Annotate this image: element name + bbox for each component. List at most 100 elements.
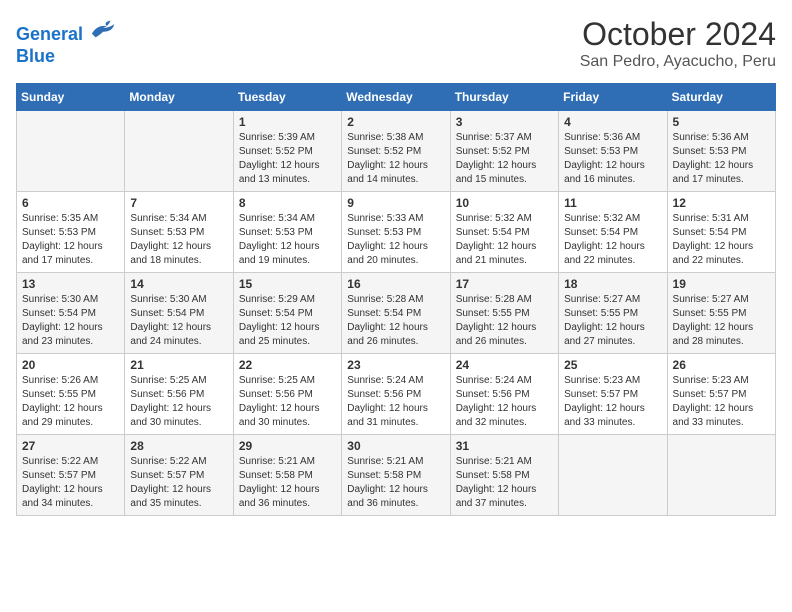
day-number: 22 bbox=[239, 358, 336, 372]
day-number: 6 bbox=[22, 196, 119, 210]
day-number: 25 bbox=[564, 358, 661, 372]
calendar-cell: 27 Sunrise: 5:22 AM Sunset: 5:57 PM Dayli… bbox=[17, 435, 125, 516]
calendar-cell: 31 Sunrise: 5:21 AM Sunset: 5:58 PM Dayli… bbox=[450, 435, 558, 516]
calendar-cell: 15 Sunrise: 5:29 AM Sunset: 5:54 PM Dayli… bbox=[233, 273, 341, 354]
day-info: Sunrise: 5:35 AM Sunset: 5:53 PM Dayligh… bbox=[22, 212, 119, 268]
calendar-cell: 7 Sunrise: 5:34 AM Sunset: 5:53 PM Daylig… bbox=[125, 192, 233, 273]
calendar-cell: 11 Sunrise: 5:32 AM Sunset: 5:54 PM Dayli… bbox=[559, 192, 667, 273]
calendar-cell: 10 Sunrise: 5:32 AM Sunset: 5:54 PM Dayli… bbox=[450, 192, 558, 273]
day-info: Sunrise: 5:26 AM Sunset: 5:55 PM Dayligh… bbox=[22, 374, 119, 430]
day-info: Sunrise: 5:22 AM Sunset: 5:57 PM Dayligh… bbox=[22, 455, 119, 511]
day-number: 14 bbox=[130, 277, 227, 291]
calendar-cell: 28 Sunrise: 5:22 AM Sunset: 5:57 PM Dayli… bbox=[125, 435, 233, 516]
day-number: 18 bbox=[564, 277, 661, 291]
calendar-week-row: 13Sunrise: 5:30 AM Sunset: 5:54 PM Dayli… bbox=[17, 273, 776, 354]
calendar-cell: 19Sunrise: 5:27 AM Sunset: 5:55 PM Dayli… bbox=[667, 273, 775, 354]
page-header: General Blue October 2024 San Pedro, Aya… bbox=[16, 16, 776, 71]
day-number: 12 bbox=[673, 196, 770, 210]
calendar-week-row: 1Sunrise: 5:39 AM Sunset: 5:52 PM Daylig… bbox=[17, 111, 776, 192]
day-number: 3 bbox=[456, 115, 553, 129]
calendar-cell: 17 Sunrise: 5:28 AM Sunset: 5:55 PM Dayli… bbox=[450, 273, 558, 354]
weekday-header: Wednesday bbox=[342, 84, 450, 111]
calendar-week-row: 27 Sunrise: 5:22 AM Sunset: 5:57 PM Dayli… bbox=[17, 435, 776, 516]
day-info: Sunrise: 5:27 AM Sunset: 5:55 PM Dayligh… bbox=[673, 293, 770, 349]
weekday-header: Monday bbox=[125, 84, 233, 111]
calendar-cell: 4 Sunrise: 5:36 AM Sunset: 5:53 PM Daylig… bbox=[559, 111, 667, 192]
calendar-cell: 26Sunrise: 5:23 AM Sunset: 5:57 PM Dayli… bbox=[667, 354, 775, 435]
day-info: Sunrise: 5:38 AM Sunset: 5:52 PM Dayligh… bbox=[347, 131, 444, 187]
day-number: 31 bbox=[456, 439, 553, 453]
day-info: Sunrise: 5:21 AM Sunset: 5:58 PM Dayligh… bbox=[456, 455, 553, 511]
day-info: Sunrise: 5:22 AM Sunset: 5:57 PM Dayligh… bbox=[130, 455, 227, 511]
day-number: 8 bbox=[239, 196, 336, 210]
day-info: Sunrise: 5:32 AM Sunset: 5:54 PM Dayligh… bbox=[456, 212, 553, 268]
day-number: 20 bbox=[22, 358, 119, 372]
day-info: Sunrise: 5:39 AM Sunset: 5:52 PM Dayligh… bbox=[239, 131, 336, 187]
day-number: 4 bbox=[564, 115, 661, 129]
day-info: Sunrise: 5:21 AM Sunset: 5:58 PM Dayligh… bbox=[239, 455, 336, 511]
calendar-cell: 23 Sunrise: 5:24 AM Sunset: 5:56 PM Dayli… bbox=[342, 354, 450, 435]
calendar-cell: 9Sunrise: 5:33 AM Sunset: 5:53 PM Daylig… bbox=[342, 192, 450, 273]
day-info: Sunrise: 5:32 AM Sunset: 5:54 PM Dayligh… bbox=[564, 212, 661, 268]
day-info: Sunrise: 5:24 AM Sunset: 5:56 PM Dayligh… bbox=[456, 374, 553, 430]
calendar-cell: 29 Sunrise: 5:21 AM Sunset: 5:58 PM Dayli… bbox=[233, 435, 341, 516]
day-info: Sunrise: 5:36 AM Sunset: 5:53 PM Dayligh… bbox=[564, 131, 661, 187]
calendar-header-row: SundayMondayTuesdayWednesdayThursdayFrid… bbox=[17, 84, 776, 111]
day-number: 28 bbox=[130, 439, 227, 453]
day-number: 30 bbox=[347, 439, 444, 453]
day-info: Sunrise: 5:24 AM Sunset: 5:56 PM Dayligh… bbox=[347, 374, 444, 430]
calendar-cell: 6 Sunrise: 5:35 AM Sunset: 5:53 PM Daylig… bbox=[17, 192, 125, 273]
calendar-cell: 22Sunrise: 5:25 AM Sunset: 5:56 PM Dayli… bbox=[233, 354, 341, 435]
weekday-header: Saturday bbox=[667, 84, 775, 111]
calendar-cell: 5Sunrise: 5:36 AM Sunset: 5:53 PM Daylig… bbox=[667, 111, 775, 192]
title-block: October 2024 San Pedro, Ayacucho, Peru bbox=[580, 16, 776, 71]
logo: General Blue bbox=[16, 16, 118, 67]
day-number: 7 bbox=[130, 196, 227, 210]
day-number: 27 bbox=[22, 439, 119, 453]
day-number: 15 bbox=[239, 277, 336, 291]
day-number: 24 bbox=[456, 358, 553, 372]
day-info: Sunrise: 5:28 AM Sunset: 5:55 PM Dayligh… bbox=[456, 293, 553, 349]
logo-bird-icon bbox=[90, 16, 118, 40]
calendar-cell: 25 Sunrise: 5:23 AM Sunset: 5:57 PM Dayli… bbox=[559, 354, 667, 435]
calendar-cell: 2Sunrise: 5:38 AM Sunset: 5:52 PM Daylig… bbox=[342, 111, 450, 192]
calendar-cell: 21Sunrise: 5:25 AM Sunset: 5:56 PM Dayli… bbox=[125, 354, 233, 435]
month-title: October 2024 bbox=[580, 16, 776, 53]
day-number: 11 bbox=[564, 196, 661, 210]
day-info: Sunrise: 5:34 AM Sunset: 5:53 PM Dayligh… bbox=[239, 212, 336, 268]
day-number: 29 bbox=[239, 439, 336, 453]
calendar-cell: 24 Sunrise: 5:24 AM Sunset: 5:56 PM Dayli… bbox=[450, 354, 558, 435]
weekday-header: Tuesday bbox=[233, 84, 341, 111]
calendar-week-row: 20 Sunrise: 5:26 AM Sunset: 5:55 PM Dayli… bbox=[17, 354, 776, 435]
day-info: Sunrise: 5:27 AM Sunset: 5:55 PM Dayligh… bbox=[564, 293, 661, 349]
location-title: San Pedro, Ayacucho, Peru bbox=[580, 53, 776, 71]
calendar-cell: 13Sunrise: 5:30 AM Sunset: 5:54 PM Dayli… bbox=[17, 273, 125, 354]
day-info: Sunrise: 5:34 AM Sunset: 5:53 PM Dayligh… bbox=[130, 212, 227, 268]
day-info: Sunrise: 5:37 AM Sunset: 5:52 PM Dayligh… bbox=[456, 131, 553, 187]
calendar-cell bbox=[17, 111, 125, 192]
day-info: Sunrise: 5:29 AM Sunset: 5:54 PM Dayligh… bbox=[239, 293, 336, 349]
day-number: 17 bbox=[456, 277, 553, 291]
calendar-cell: 8 Sunrise: 5:34 AM Sunset: 5:53 PM Daylig… bbox=[233, 192, 341, 273]
day-info: Sunrise: 5:36 AM Sunset: 5:53 PM Dayligh… bbox=[673, 131, 770, 187]
day-info: Sunrise: 5:25 AM Sunset: 5:56 PM Dayligh… bbox=[130, 374, 227, 430]
calendar-cell: 12Sunrise: 5:31 AM Sunset: 5:54 PM Dayli… bbox=[667, 192, 775, 273]
calendar-cell: 20 Sunrise: 5:26 AM Sunset: 5:55 PM Dayli… bbox=[17, 354, 125, 435]
calendar-week-row: 6 Sunrise: 5:35 AM Sunset: 5:53 PM Daylig… bbox=[17, 192, 776, 273]
day-info: Sunrise: 5:21 AM Sunset: 5:58 PM Dayligh… bbox=[347, 455, 444, 511]
calendar-cell: 16Sunrise: 5:28 AM Sunset: 5:54 PM Dayli… bbox=[342, 273, 450, 354]
day-number: 23 bbox=[347, 358, 444, 372]
logo-text: General bbox=[16, 16, 118, 46]
calendar-cell: 30 Sunrise: 5:21 AM Sunset: 5:58 PM Dayli… bbox=[342, 435, 450, 516]
calendar-cell: 3 Sunrise: 5:37 AM Sunset: 5:52 PM Daylig… bbox=[450, 111, 558, 192]
weekday-header: Friday bbox=[559, 84, 667, 111]
calendar-cell: 1Sunrise: 5:39 AM Sunset: 5:52 PM Daylig… bbox=[233, 111, 341, 192]
calendar-cell: 18 Sunrise: 5:27 AM Sunset: 5:55 PM Dayli… bbox=[559, 273, 667, 354]
day-info: Sunrise: 5:28 AM Sunset: 5:54 PM Dayligh… bbox=[347, 293, 444, 349]
calendar-cell bbox=[559, 435, 667, 516]
day-number: 10 bbox=[456, 196, 553, 210]
logo-text2: Blue bbox=[16, 46, 118, 68]
calendar-cell: 14Sunrise: 5:30 AM Sunset: 5:54 PM Dayli… bbox=[125, 273, 233, 354]
weekday-header: Sunday bbox=[17, 84, 125, 111]
day-info: Sunrise: 5:23 AM Sunset: 5:57 PM Dayligh… bbox=[564, 374, 661, 430]
